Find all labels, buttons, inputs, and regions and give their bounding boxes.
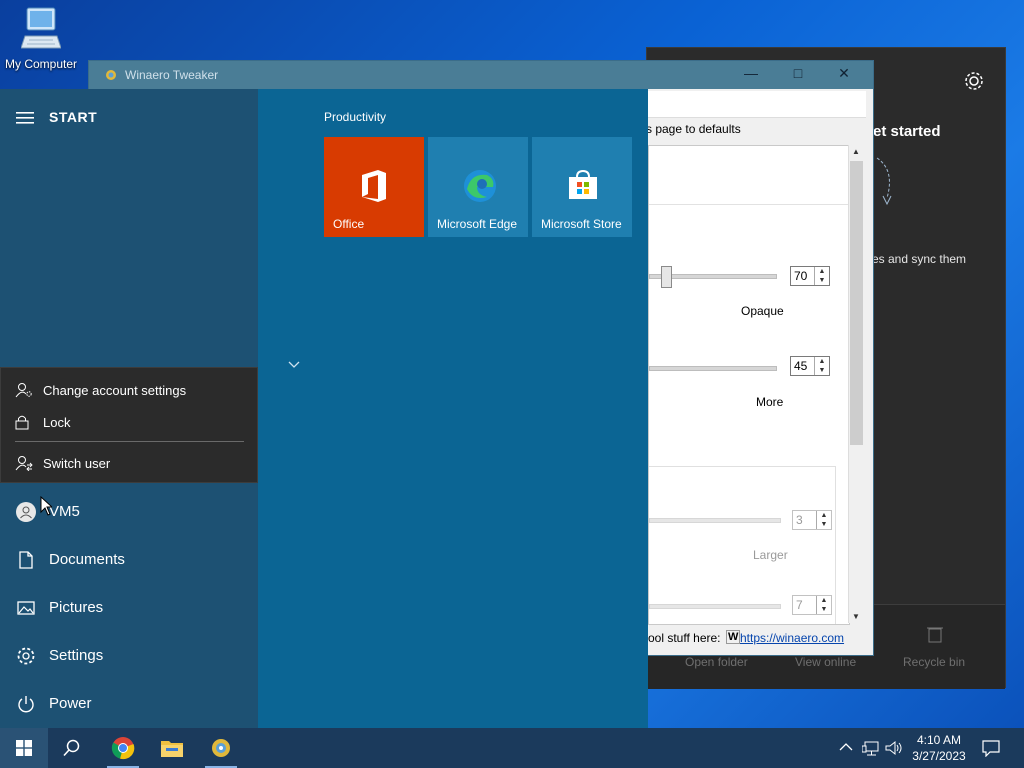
- winaero-tweaker-icon: [212, 739, 230, 757]
- my-computer-desktop-icon[interactable]: My Computer: [2, 6, 80, 71]
- folder-icon: [161, 741, 183, 757]
- tile-microsoft-store[interactable]: Microsoft Store: [532, 137, 632, 237]
- sync-arrow-icon: [876, 157, 892, 206]
- opacity-max-label: Opaque: [741, 304, 784, 318]
- chrome-icon: [111, 737, 135, 760]
- search-icon: [63, 739, 80, 757]
- winaero-w-icon: W: [726, 630, 741, 644]
- menu-item-label: Change account settings: [43, 383, 187, 398]
- computer-icon: [20, 7, 62, 49]
- second-slider-track[interactable]: [649, 366, 777, 371]
- third-spinbox: 3 ▲ ▼: [792, 510, 832, 530]
- minimize-button[interactable]: —: [739, 65, 763, 85]
- windows-logo-icon: [16, 740, 32, 756]
- tile-microsoft-edge[interactable]: Microsoft Edge: [428, 137, 528, 237]
- nav-pictures-label: Pictures: [49, 599, 104, 616]
- settings-gear-icon[interactable]: [963, 70, 985, 95]
- menu-item-label: Lock: [43, 415, 71, 430]
- third-slider-track: [649, 518, 781, 523]
- office-icon: [362, 170, 386, 202]
- menu-switch-user[interactable]: Switch user: [1, 448, 257, 478]
- nav-settings[interactable]: Settings: [0, 632, 258, 680]
- account-flyout-menu: Change account settings Lock Switch user: [0, 367, 258, 483]
- status-text: ool stuff here:: [648, 631, 721, 645]
- start-menu-tiles-pane: Productivity Office Microsoft Edge Micro…: [258, 89, 648, 728]
- nav-power[interactable]: Power: [0, 680, 258, 728]
- fourth-spinbox: 7 ▲ ▼: [792, 595, 832, 615]
- nav-user-vm5[interactable]: VM5: [0, 488, 258, 536]
- pictures-icon: [17, 601, 35, 615]
- winaero-app-icon: [106, 70, 116, 80]
- tile-edge-label: Microsoft Edge: [437, 217, 518, 231]
- document-icon: [19, 551, 33, 569]
- chevron-down-icon[interactable]: [288, 361, 300, 369]
- toolbar-area: [648, 91, 866, 118]
- edge-icon: [464, 170, 496, 202]
- status-bar: ool stuff here: W https://winaero.com: [648, 627, 866, 649]
- winaero-link[interactable]: https://winaero.com: [740, 631, 844, 645]
- switch-user-icon: [15, 456, 33, 471]
- taskbar-clock[interactable]: 4:10 AM 3/27/2023: [904, 732, 974, 764]
- nav-documents[interactable]: Documents: [0, 536, 258, 584]
- menu-change-account-settings[interactable]: Change account settings: [1, 375, 257, 405]
- menu-separator: [15, 441, 244, 442]
- tile-office[interactable]: Office: [324, 137, 424, 237]
- settings-icon: [17, 647, 35, 665]
- view-online-button[interactable]: View online: [795, 655, 856, 669]
- tile-group-label: Productivity: [324, 110, 387, 124]
- taskbar-chrome[interactable]: [99, 728, 147, 768]
- maximize-button[interactable]: □: [786, 65, 810, 85]
- store-icon: [569, 169, 597, 199]
- nav-settings-label: Settings: [49, 647, 104, 664]
- scrollbar-thumb[interactable]: [850, 161, 863, 445]
- second-slider-label: More: [756, 395, 784, 409]
- start-button[interactable]: [0, 728, 48, 768]
- recycle-bin-button[interactable]: Recycle bin: [903, 655, 965, 669]
- clock-time: 4:10 AM: [916, 733, 962, 747]
- tile-office-label: Office: [333, 217, 365, 231]
- reset-page-link[interactable]: s page to defaults: [646, 122, 741, 136]
- nav-pictures[interactable]: Pictures: [0, 584, 258, 632]
- taskbar: 4:10 AM 3/27/2023: [0, 728, 1024, 768]
- opacity-slider-thumb[interactable]: [661, 266, 672, 288]
- close-button[interactable]: ✕: [832, 65, 856, 85]
- panel-title: et started: [873, 123, 941, 140]
- fourth-slider-track: [649, 604, 781, 609]
- start-title: START: [49, 109, 98, 125]
- window-title: Winaero Tweaker: [125, 68, 219, 82]
- power-icon: [18, 696, 34, 713]
- menu-item-label: Switch user: [43, 456, 111, 471]
- action-center-icon[interactable]: [982, 739, 1000, 757]
- content-scrollbar[interactable]: ▲ ▼: [848, 145, 864, 623]
- network-icon[interactable]: [862, 740, 880, 756]
- hamburger-menu-icon[interactable]: [16, 111, 34, 125]
- nav-power-label: Power: [49, 695, 92, 712]
- recycle-bin-icon: [927, 627, 943, 643]
- show-hidden-icons-chevron-icon[interactable]: [839, 742, 853, 752]
- volume-icon[interactable]: [885, 740, 903, 756]
- tile-store-label: Microsoft Store: [541, 217, 622, 231]
- taskbar-winaero-tweaker[interactable]: [197, 728, 245, 768]
- menu-lock[interactable]: Lock: [1, 407, 257, 437]
- mouse-cursor-icon: [40, 496, 52, 516]
- nav-documents-label: Documents: [49, 551, 125, 568]
- second-spinbox[interactable]: 45 ▲ ▼: [790, 356, 830, 376]
- settings-content: 70 ▲ ▼ Opaque 45 ▲ ▼ More 3 ▲ ▼ Larger 7 ▲ ▼: [648, 145, 850, 625]
- window-titlebar[interactable]: Winaero Tweaker — □ ✕: [89, 61, 873, 89]
- user-settings-icon: [15, 383, 32, 398]
- taskbar-file-explorer[interactable]: [148, 728, 196, 768]
- user-avatar-icon: [16, 502, 36, 522]
- third-slider-label: Larger: [753, 548, 788, 562]
- desktop-icon-label: My Computer: [4, 57, 78, 71]
- lock-icon: [15, 415, 29, 430]
- panel-description: es and sync them: [872, 252, 967, 266]
- nav-user-label: VM5: [49, 503, 80, 520]
- opacity-spinbox[interactable]: 70 ▲ ▼: [790, 266, 830, 286]
- open-folder-button[interactable]: Open folder: [685, 655, 748, 669]
- search-button[interactable]: [48, 728, 96, 768]
- clock-date: 3/27/2023: [912, 749, 966, 763]
